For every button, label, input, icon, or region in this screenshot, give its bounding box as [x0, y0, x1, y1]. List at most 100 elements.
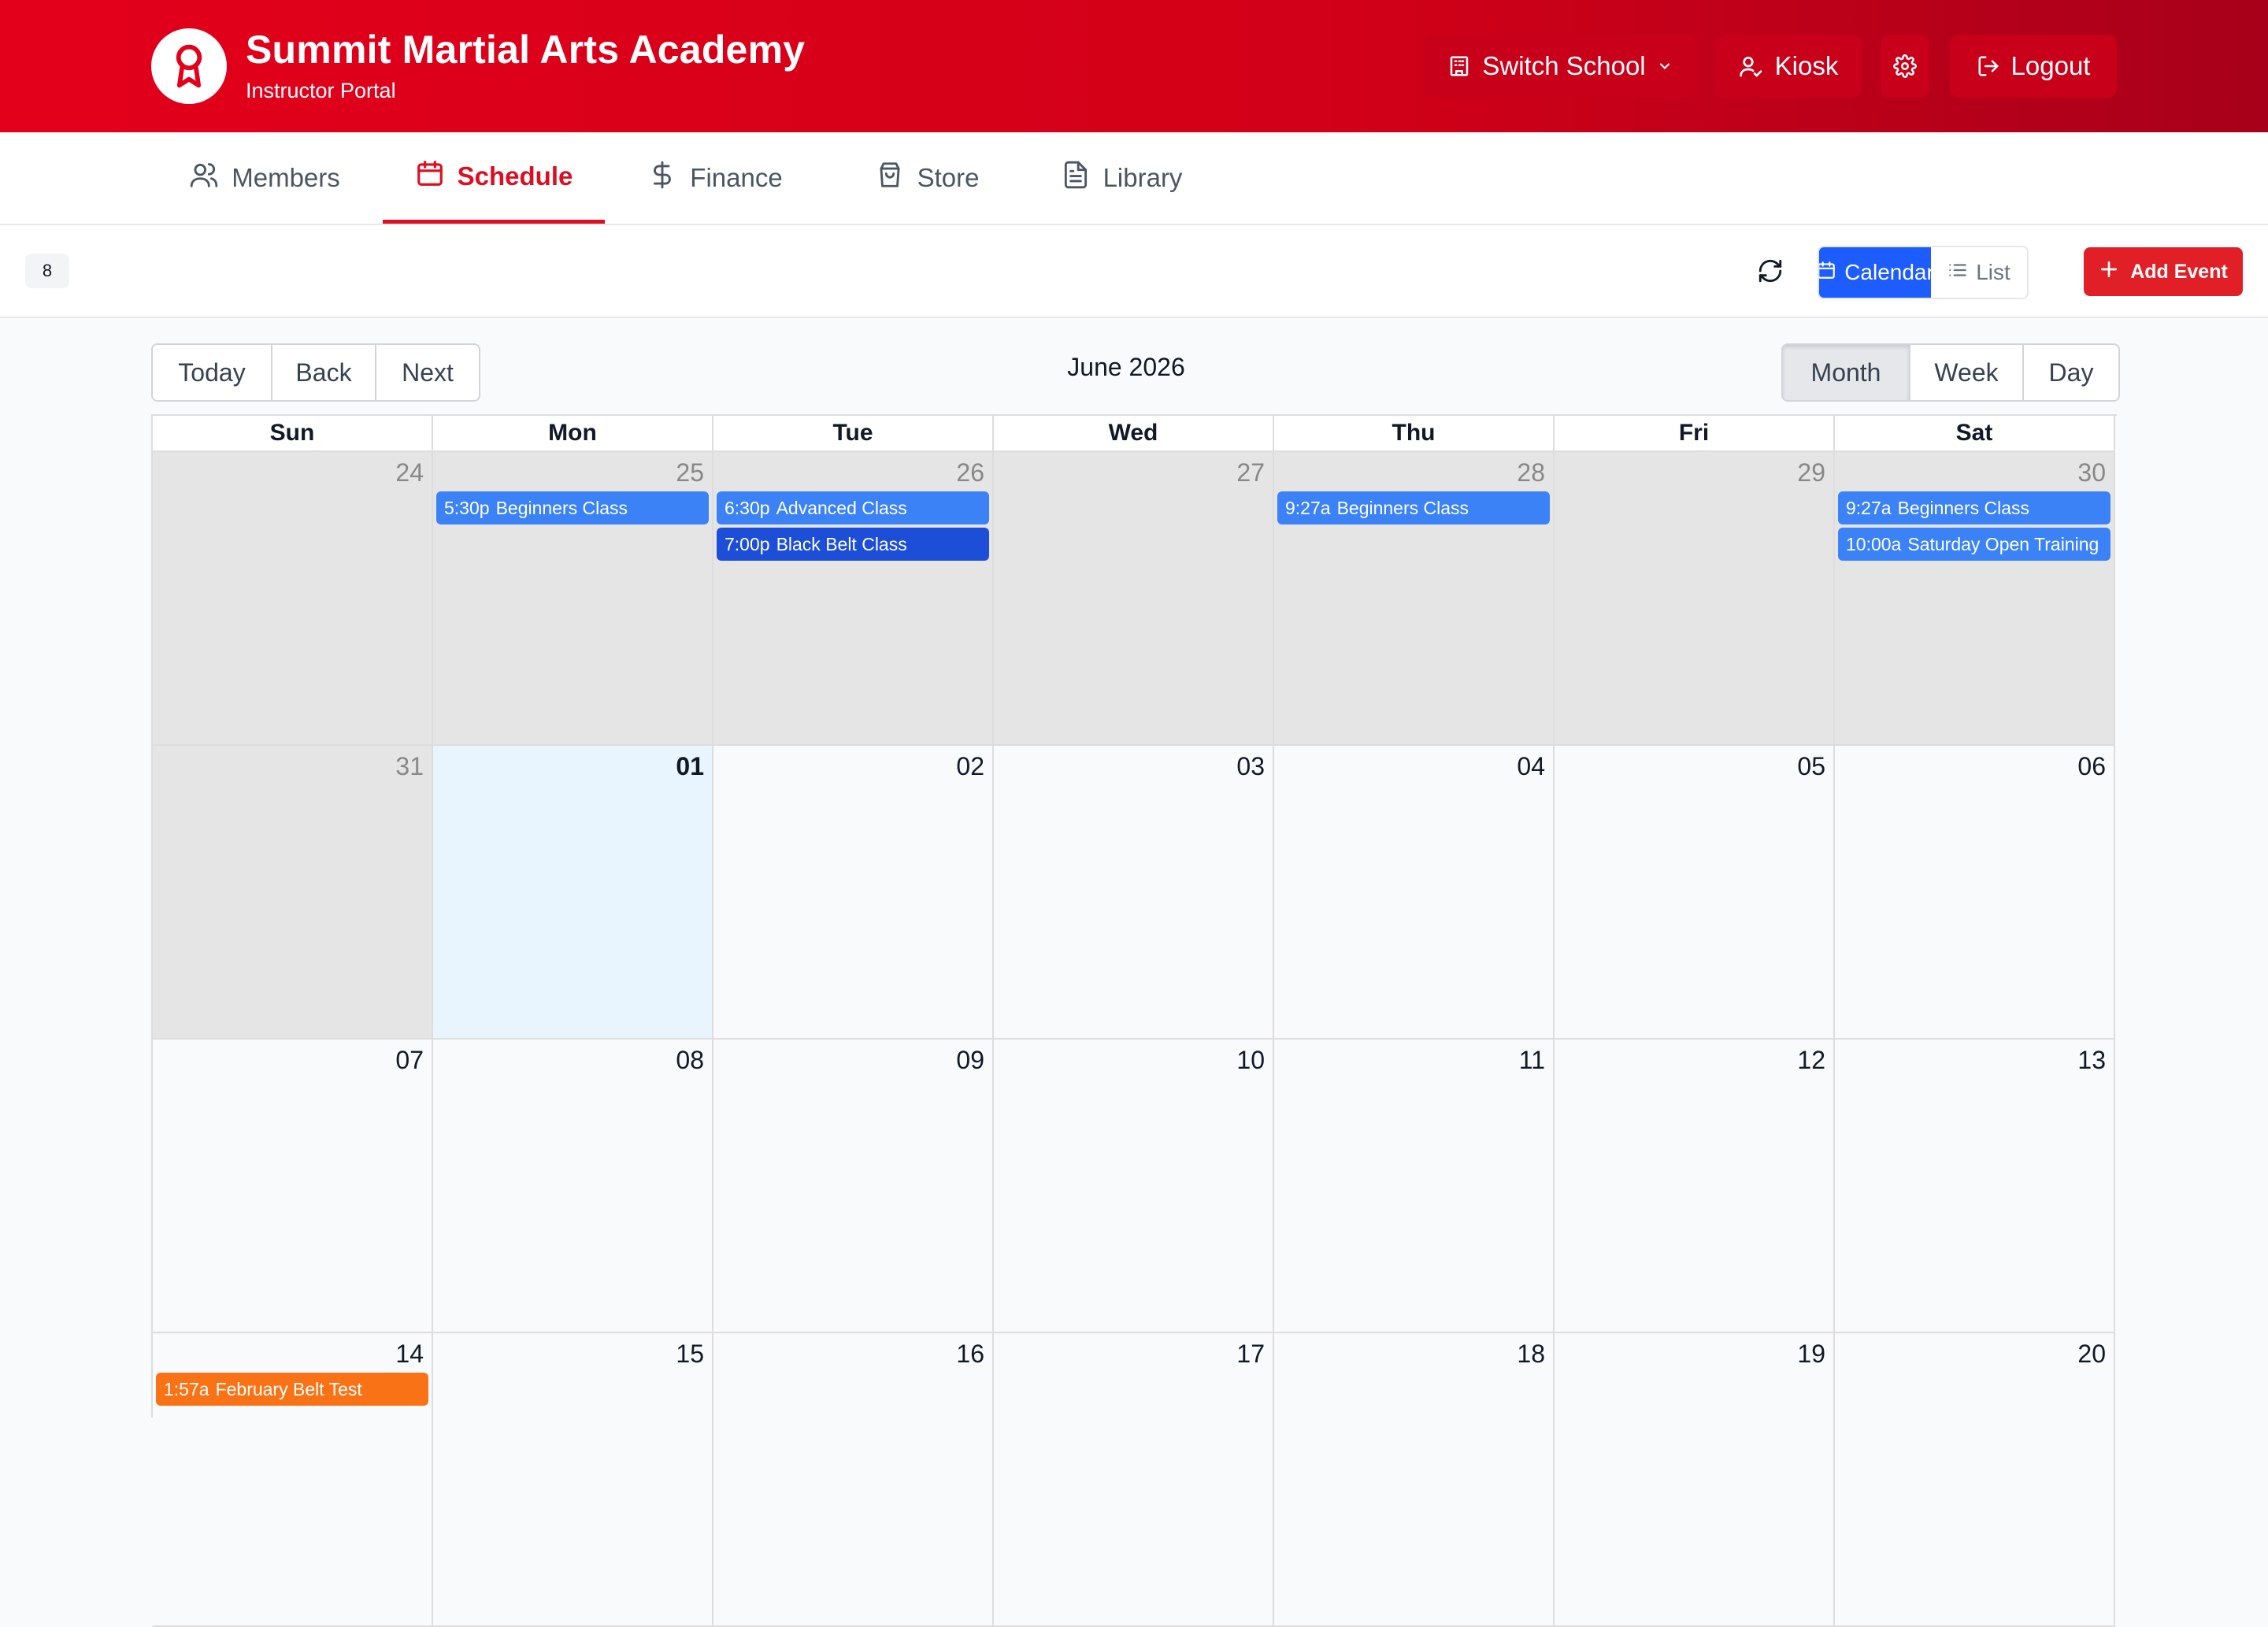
day-number[interactable]: 04 — [1517, 752, 1545, 781]
day-number[interactable]: 09 — [956, 1046, 984, 1075]
day-number[interactable]: 31 — [395, 752, 424, 781]
kiosk-button[interactable]: Kiosk — [1715, 35, 1862, 98]
event-time: 7:00p — [724, 533, 770, 554]
week-view-button[interactable]: Week — [1910, 345, 2024, 400]
event-time: 10:00a — [1846, 533, 1902, 554]
calendar-day-cell[interactable]: 05 — [1555, 746, 1835, 1040]
event-title: February Belt Test — [215, 1378, 362, 1399]
calendar-day-cell[interactable]: 25 5:30p Beginners Class — [433, 452, 713, 746]
tab-schedule[interactable]: Schedule — [383, 132, 605, 224]
calendar-view-button[interactable]: Calendar — [1819, 247, 1934, 298]
day-number[interactable]: 10 — [1236, 1046, 1265, 1075]
day-number[interactable]: 30 — [2077, 458, 2106, 487]
day-number[interactable]: 29 — [1797, 458, 1825, 487]
calendar-small-icon — [1819, 260, 1836, 286]
day-number[interactable]: 18 — [1517, 1340, 1545, 1369]
calendar-day-cell[interactable]: 09 — [713, 1040, 994, 1333]
calendar-day-cell[interactable]: 10 — [994, 1040, 1274, 1333]
calendar-event[interactable]: 7:00p Black Belt Class — [717, 528, 989, 561]
calendar-day-cell[interactable]: 15 — [433, 1333, 713, 1627]
tab-finance[interactable]: Finance — [636, 132, 794, 224]
day-number[interactable]: 20 — [2077, 1340, 2106, 1369]
calendar-day-cell[interactable]: 28 9:27a Beginners Class — [1274, 452, 1555, 746]
day-number[interactable]: 25 — [676, 458, 704, 487]
day-number[interactable]: 16 — [956, 1340, 984, 1369]
calendar-day-cell[interactable]: 07 — [153, 1040, 433, 1333]
list-icon — [1947, 260, 1968, 286]
calendar-day-cell[interactable]: 27 — [994, 452, 1274, 746]
logout-icon — [1977, 54, 2000, 78]
calendar-day-cell[interactable]: 18 — [1274, 1333, 1555, 1627]
day-view-button[interactable]: Day — [2024, 345, 2118, 400]
kiosk-label: Kiosk — [1774, 51, 1839, 80]
logout-label: Logout — [2010, 51, 2091, 80]
day-number[interactable]: 14 — [395, 1340, 424, 1369]
day-number[interactable]: 11 — [1519, 1046, 1545, 1075]
calendar-day-cell[interactable]: 30 9:27a Beginners Class 10:00a Saturday Ope… — [1835, 452, 2115, 746]
list-view-button[interactable]: List — [1931, 247, 2027, 298]
calendar-day-cell[interactable]: 03 — [994, 746, 1274, 1040]
calendar-event[interactable]: 9:27a Beginners Class — [1277, 491, 1550, 524]
day-number[interactable]: 08 — [676, 1046, 704, 1075]
add-event-button[interactable]: Add Event — [2084, 247, 2243, 296]
document-icon — [1061, 160, 1091, 196]
calendar-day-cell[interactable]: 11 — [1274, 1040, 1555, 1333]
calendar-event[interactable]: 1:57a February Belt Test — [156, 1373, 428, 1406]
day-number[interactable]: 28 — [1517, 458, 1545, 487]
day-number[interactable]: 19 — [1797, 1340, 1825, 1369]
refresh-button[interactable] — [1751, 254, 1789, 291]
calendar-day-cell[interactable]: 19 — [1555, 1333, 1835, 1627]
back-button[interactable]: Back — [272, 345, 376, 400]
day-number[interactable]: 17 — [1236, 1340, 1265, 1369]
calendar-day-cell[interactable]: 06 — [1835, 746, 2115, 1040]
tab-members[interactable]: Members — [170, 132, 359, 224]
app-subtitle: Instructor Portal — [246, 79, 396, 102]
day-number[interactable]: 02 — [956, 752, 984, 781]
tab-store[interactable]: Store — [852, 132, 1002, 224]
calendar-day-cell[interactable]: 29 — [1555, 452, 1835, 746]
calendar-day-cell[interactable]: 20 — [1835, 1333, 2115, 1627]
calendar-day-cell[interactable]: 02 — [713, 746, 994, 1040]
switch-school-button[interactable]: Switch School — [1424, 35, 1696, 98]
day-number[interactable]: 06 — [2077, 752, 2106, 781]
day-number[interactable]: 27 — [1236, 458, 1265, 487]
weekday-header-row: Sun Mon Tue Wed Thu Fri Sat — [153, 416, 2117, 452]
calendar-event[interactable]: 5:30p Beginners Class — [436, 491, 709, 524]
calendar-day-cell[interactable]: 12 — [1555, 1040, 1835, 1333]
list-view-label: List — [1976, 260, 2010, 284]
day-number[interactable]: 13 — [2077, 1046, 2106, 1075]
calendar-week-row: 31 01 02 03 04 05 06 — [153, 746, 2117, 1040]
weekday-header: Sun — [153, 416, 433, 452]
day-number[interactable]: 12 — [1797, 1046, 1825, 1075]
calendar-day-cell[interactable]: 17 — [994, 1333, 1274, 1627]
day-number[interactable]: 05 — [1797, 752, 1825, 781]
calendar-day-cell[interactable]: 31 — [153, 746, 433, 1040]
calendar-event[interactable]: 6:30p Advanced Class — [717, 491, 989, 524]
award-logo-icon — [151, 28, 227, 104]
day-number[interactable]: 01 — [676, 752, 704, 781]
tab-library[interactable]: Library — [1038, 132, 1205, 224]
today-button[interactable]: Today — [153, 345, 272, 400]
calendar-day-cell[interactable]: 14 1:57a February Belt Test — [153, 1333, 433, 1627]
day-number[interactable]: 15 — [676, 1340, 704, 1369]
day-number[interactable]: 07 — [395, 1046, 424, 1075]
day-number[interactable]: 24 — [395, 458, 424, 487]
logout-button[interactable]: Logout — [1950, 35, 2117, 98]
calendar-day-cell[interactable]: 08 — [433, 1040, 713, 1333]
app-header: Summit Martial Arts Academy Instructor P… — [0, 0, 2268, 132]
event-time: 6:30p — [724, 497, 770, 518]
calendar-day-cell[interactable]: 26 6:30p Advanced Class 7:00p Black Belt Cla… — [713, 452, 994, 746]
day-number[interactable]: 26 — [956, 458, 984, 487]
calendar-day-cell[interactable]: 04 — [1274, 746, 1555, 1040]
calendar-day-today[interactable]: 01 — [433, 746, 713, 1040]
day-number[interactable]: 03 — [1236, 752, 1265, 781]
calendar-day-cell[interactable]: 13 — [1835, 1040, 2115, 1333]
settings-button[interactable] — [1881, 35, 1929, 98]
next-button[interactable]: Next — [376, 345, 479, 400]
calendar-event[interactable]: 9:27a Beginners Class — [1838, 491, 2110, 524]
month-view-button[interactable]: Month — [1783, 345, 1910, 400]
calendar-day-cell[interactable]: 16 — [713, 1333, 994, 1627]
calendar-event[interactable]: 10:00a Saturday Open Training — [1838, 528, 2110, 561]
calendar-day-cell[interactable]: 24 — [153, 452, 433, 746]
event-title: Black Belt Class — [776, 533, 907, 554]
